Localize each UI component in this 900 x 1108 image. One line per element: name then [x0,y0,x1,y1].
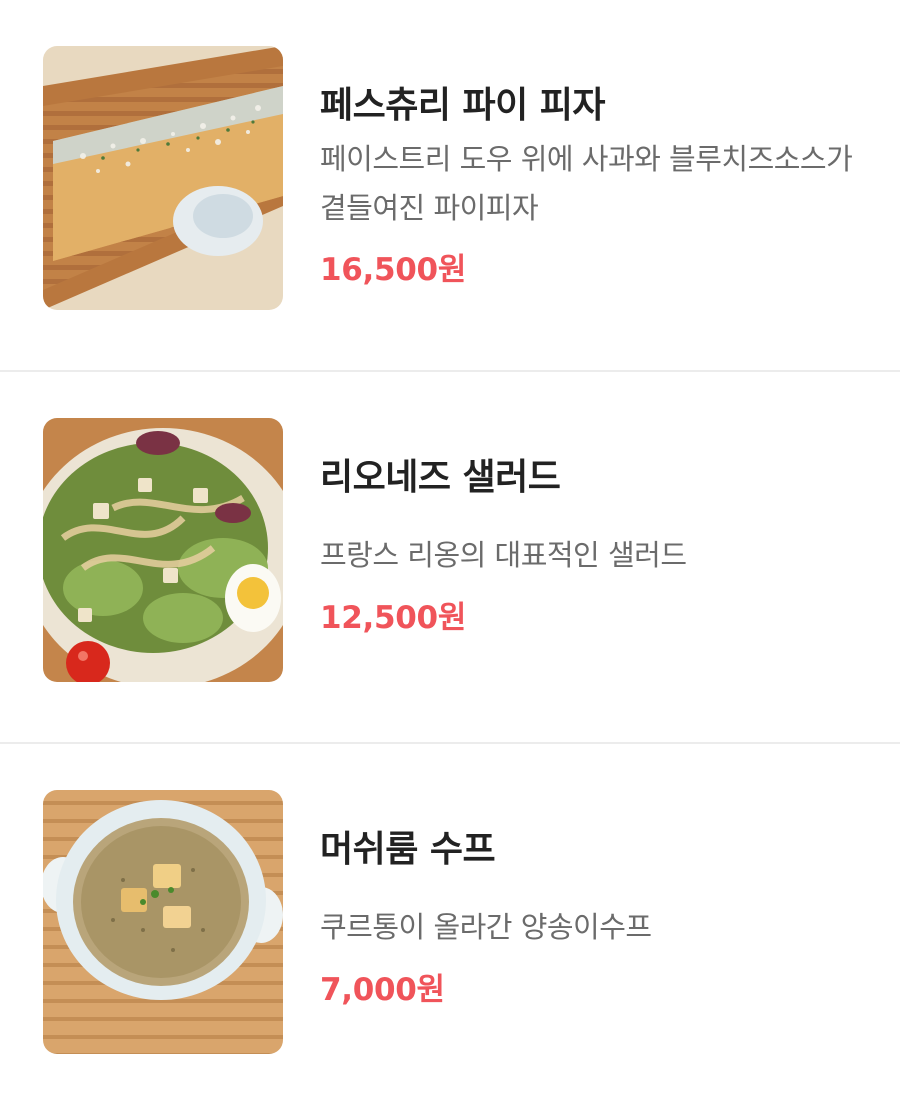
menu-list: 페스츄리 파이 피자 페이스트리 도우 위에 사과와 블루치즈소스가 곁들여진 … [0,0,900,1108]
item-price: 16,500원 [320,252,467,288]
item-description: 프랑스 리옹의 대표적인 샐러드 [320,538,687,572]
menu-item-pastry-pie-pizza[interactable]: 페스츄리 파이 피자 페이스트리 도우 위에 사과와 블루치즈소스가 곁들여진 … [0,0,900,372]
item-price: 7,000원 [320,972,445,1008]
item-name: 페스츄리 파이 피자 [320,85,606,126]
lyonnaise-salad-photo [43,418,283,682]
item-price: 12,500원 [320,600,467,636]
menu-item-mushroom-soup[interactable]: 머쉬룸 수프 쿠르통이 올라간 양송이수프 7,000원 [0,744,900,1108]
item-description: 페이스트리 도우 위에 사과와 블루치즈소스가 곁들여진 파이피자 [320,142,853,225]
mushroom-soup-photo [43,790,283,1054]
item-name: 리오네즈 샐러드 [320,457,561,498]
pastry-pie-pizza-photo [43,46,283,310]
item-name: 머쉬룸 수프 [320,829,496,870]
menu-item-lyonnaise-salad[interactable]: 리오네즈 샐러드 프랑스 리옹의 대표적인 샐러드 12,500원 [0,372,900,744]
item-description: 쿠르통이 올라간 양송이수프 [320,910,652,944]
